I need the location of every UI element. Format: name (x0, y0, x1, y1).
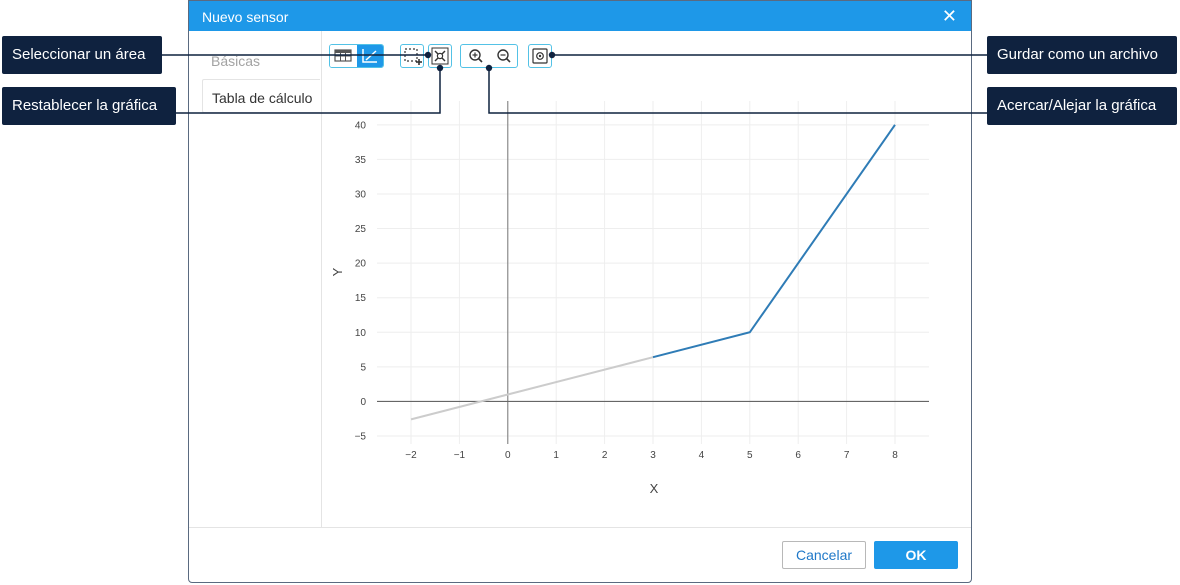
reset-chart-callout: Restablecer la gráfica (2, 87, 176, 125)
reset-chart-dot (436, 64, 444, 72)
select-area-dot (424, 51, 432, 59)
zoom-dot (485, 64, 493, 72)
zoom-connector (488, 68, 987, 114)
zoom-callout: Acercar/Alejar la gráfica (987, 87, 1177, 125)
save-file-dot (548, 51, 556, 59)
reset-chart-connector (176, 68, 441, 114)
select-area-callout: Seleccionar un área (2, 36, 162, 74)
save-file-callout: Gurdar como un archivo (987, 36, 1177, 74)
